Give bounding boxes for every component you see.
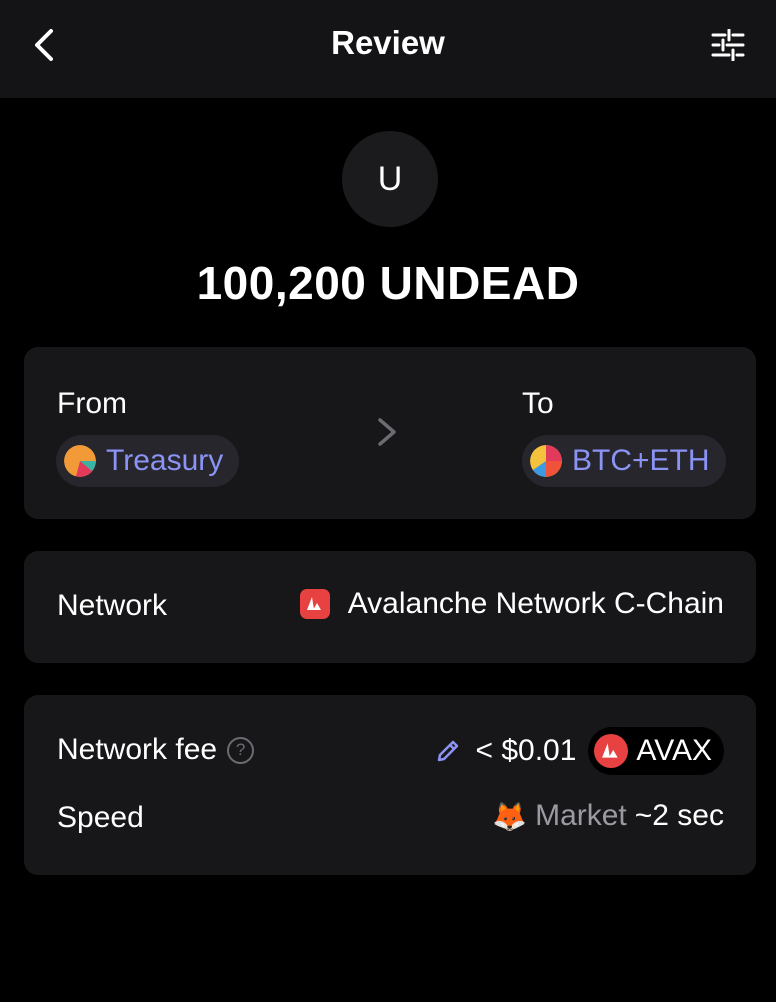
pencil-icon[interactable]	[433, 736, 463, 766]
network-fee-label: Network fee	[57, 733, 218, 766]
network-value: Avalanche Network C-Chain	[299, 587, 724, 621]
speed-time: ~2 sec	[634, 799, 724, 832]
to-account-name: BTC+ETH	[572, 444, 710, 477]
network-fee-label-row: Network fee ?	[57, 733, 255, 767]
from-to-card: From Treasury To BTC+ETH	[24, 347, 756, 519]
network-card: Network Avalanche Network C-Chain	[24, 551, 756, 663]
settings-button[interactable]	[708, 25, 748, 65]
sliders-icon	[711, 29, 745, 61]
help-icon[interactable]: ?	[227, 736, 255, 764]
network-label: Network	[57, 589, 168, 622]
fee-token-pill: AVAX	[588, 727, 724, 775]
chevron-right-icon	[378, 418, 396, 446]
from-account-pill[interactable]: Treasury	[56, 435, 240, 487]
from-label: From	[57, 387, 127, 420]
from-account-name: Treasury	[106, 444, 224, 477]
speed-name: Market	[535, 799, 627, 832]
avalanche-icon	[299, 589, 330, 619]
treasury-avatar-icon	[64, 445, 96, 477]
transfer-amount: 100,200 UNDEAD	[196, 257, 580, 309]
speed-label: Speed	[57, 801, 144, 834]
page-title: Review	[331, 24, 445, 61]
fee-amount: < $0.01	[475, 734, 577, 767]
avax-icon	[594, 734, 629, 768]
network-name: Avalanche Network C-Chain	[347, 587, 724, 620]
token-avatar: U	[342, 131, 438, 227]
top-bar: Review	[0, 0, 776, 98]
fee-token-name: AVAX	[636, 734, 712, 767]
fee-value-row: < $0.01 AVAX	[433, 727, 724, 775]
to-label: To	[522, 387, 554, 420]
fee-card: Network fee ? < $0.01 AVAX Speed 🦊 Marke…	[24, 695, 756, 875]
fox-icon: 🦊	[492, 800, 528, 832]
speed-selector[interactable]: 🦊 Market ~2 sec	[492, 799, 724, 833]
btc-eth-avatar-icon	[530, 445, 562, 477]
to-account-pill[interactable]: BTC+ETH	[522, 435, 726, 487]
